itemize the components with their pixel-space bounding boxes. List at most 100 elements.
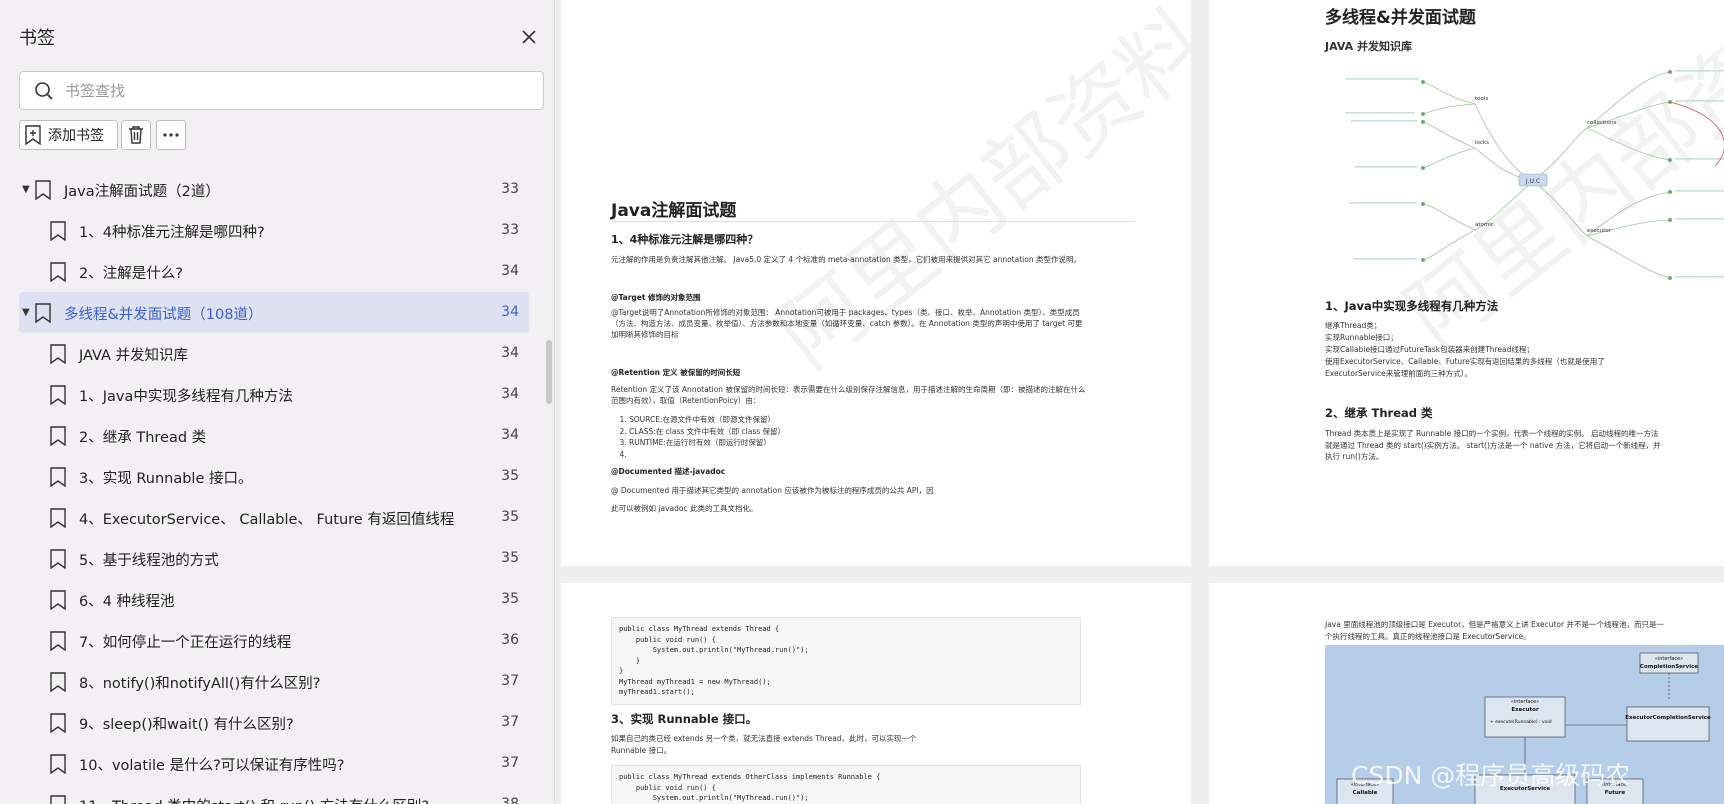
delete-bookmark-button[interactable] [121, 120, 151, 150]
bookmark-item[interactable]: ▼ Java注解面试题（2道） 33 [19, 169, 529, 210]
close-icon[interactable] [516, 24, 542, 50]
bookmark-item[interactable]: 9、sleep()和wait() 有什么区别? 37 [19, 702, 529, 743]
uml-stereotype: «interface» [1655, 656, 1683, 662]
bookmark-label: 1、4种标准元注解是哪四种? [79, 225, 265, 241]
code-line: } [619, 667, 624, 675]
bookmark-label: 3、实现 Runnable 接口。 [79, 471, 253, 487]
uml-stereotype: «interface» [1511, 699, 1539, 705]
bookmark-label: 1、Java中实现多线程有几种方法 [79, 389, 293, 405]
question-heading: 2、继承 Thread 类 [1325, 406, 1433, 420]
bookmark-item[interactable]: ▼ 多线程&并发面试题（108道） 34 [19, 292, 529, 333]
mindmap-node: executor [1587, 228, 1612, 234]
uml-method: + execute(Runnable) : void [1490, 719, 1552, 725]
bookmark-page-number: 33 [501, 181, 519, 197]
trash-icon [129, 126, 143, 144]
bookmark-item[interactable]: JAVA 并发知识库 34 [19, 333, 529, 374]
bookmark-label: 5、基于线程池的方式 [79, 553, 219, 569]
paragraph: 此可以被例如 javadoc 此类的工具文档化。 [611, 504, 758, 513]
divider [611, 221, 1135, 222]
bookmark-icon [49, 426, 67, 450]
bookmark-item[interactable]: 11、Thread 类中的start() 和 run() 方法有什么区别? 38 [19, 784, 529, 804]
bookmark-page-number: 34 [501, 345, 519, 361]
bookmark-item[interactable]: 1、Java中实现多线程有几种方法 34 [19, 374, 529, 415]
bookmark-icon [49, 344, 67, 368]
juc-mindmap: J.U.C tools locks collections atomic exe… [1345, 70, 1724, 280]
executor-uml-diagram: «interface» CompletionService ExecutorCo… [1325, 645, 1724, 804]
bookmark-icon [49, 713, 67, 737]
bookmark-item[interactable]: 10、volatile 是什么?可以保证有序性吗? 37 [19, 743, 529, 784]
bookmark-item[interactable]: 4、ExecutorService、 Callable、 Future 有返回值… [19, 497, 529, 538]
section-title: Java注解面试题 [611, 201, 737, 221]
bookmark-label: 2、注解是什么? [79, 266, 183, 282]
bookmark-page-number: 37 [501, 673, 519, 689]
code-line: public class MyThread extends Thread { [619, 625, 780, 633]
bookmark-item[interactable]: 5、基于线程池的方式 35 [19, 538, 529, 579]
scrollbar[interactable] [546, 340, 552, 404]
page-threadpool: Java 里面线程池的顶级接口是 Executor，但是严格意义上讲 Execu… [1209, 583, 1724, 804]
code-line: public class MyThread extends OtherClass… [619, 773, 881, 781]
list-item [629, 449, 785, 461]
sub-heading: @Target 修饰的对象范围 [611, 293, 701, 302]
mindmap-center: J.U.C [1525, 178, 1540, 185]
bookmark-page-number: 35 [501, 509, 519, 525]
bookmark-label: 多线程&并发面试题（108道） [64, 307, 263, 323]
list-item: SOURCE:在源文件中有效（即源文件保留） [629, 414, 785, 426]
bookmark-page-number: 34 [501, 304, 519, 320]
bookmark-search [19, 71, 544, 110]
uml-class: CompletionService [1640, 664, 1698, 670]
paragraph: 元注解的作用是负责注解其他注解。 Java5.0 定义了 4 个标准的 meta… [611, 255, 1081, 264]
paragraph: Thread 类本质上是实现了 Runnable 接口的一个实例，代表一个线程的… [1325, 429, 1661, 461]
bookmark-icon [49, 262, 67, 286]
bookmark-label: Java注解面试题（2道） [64, 184, 220, 200]
bookmark-label: 4、ExecutorService、 Callable、 Future 有返回值… [79, 512, 455, 528]
bookmark-icon [49, 467, 67, 491]
bookmark-item[interactable]: 3、实现 Runnable 接口。 35 [19, 456, 529, 497]
add-bookmark-button[interactable]: 添加书签 [19, 120, 118, 150]
section-title: 多线程&并发面试题 [1325, 8, 1476, 28]
bookmark-item[interactable]: 2、注解是什么? 34 [19, 251, 529, 292]
code-line: public void run() { [619, 783, 716, 792]
page-runnable: public class MyThread extends Thread { p… [561, 583, 1191, 804]
bookmark-page-number: 33 [501, 222, 519, 238]
sub-heading: @Retention 定义 被保留的时间长短 [611, 368, 741, 377]
more-options-button[interactable] [156, 120, 186, 150]
panel-title: 书签 [19, 28, 55, 49]
uml-class: Future [1605, 790, 1626, 796]
bookmark-item[interactable]: 6、4 种线程池 35 [19, 579, 529, 620]
search-icon [35, 82, 53, 100]
bookmark-item[interactable]: 1、4种标准元注解是哪四种? 33 [19, 210, 529, 251]
bookmark-label: 2、继承 Thread 类 [79, 430, 207, 446]
bookmark-page-number: 35 [501, 550, 519, 566]
bookmark-page-number: 34 [501, 427, 519, 443]
retention-list: SOURCE:在源文件中有效（即源文件保留） CLASS:在 class 文件中… [629, 414, 785, 460]
expand-toggle-icon[interactable]: ▼ [22, 184, 30, 195]
bookmark-icon [49, 221, 67, 245]
bookmark-icon [49, 795, 67, 804]
question-heading: 3、实现 Runnable 接口。 [611, 712, 758, 726]
uml-class: Callable [1353, 790, 1378, 796]
code-block: public class MyThread extends Thread { p… [611, 617, 1081, 705]
uml-stereotype: «interface» [1601, 782, 1629, 788]
bookmark-item[interactable]: 8、notify()和notifyAll()有什么区别? 37 [19, 661, 529, 702]
document-viewer: 阿里内部资料 Java注解面试题 1、4种标准元注解是哪四种？ 元注解的作用是负… [555, 0, 1724, 804]
bookmark-item[interactable]: 7、如何停止一个正在运行的线程 36 [19, 620, 529, 661]
bookmark-icon [49, 631, 67, 655]
search-input[interactable] [65, 78, 525, 104]
code-line: System.out.println("MyThread.run()"); [619, 794, 809, 802]
mindmap-node: collections [1587, 120, 1616, 126]
page-annotation: 阿里内部资料 Java注解面试题 1、4种标准元注解是哪四种？ 元注解的作用是负… [561, 0, 1191, 566]
bookmark-page-number: 36 [501, 632, 519, 648]
expand-toggle-icon[interactable]: ▼ [22, 307, 30, 318]
paragraph: 如果自己的类已经 extends 另一个类，就无法直接 extends Thre… [611, 734, 917, 755]
code-block: public class MyThread extends OtherClass… [611, 765, 1081, 804]
bookmark-page-number: 34 [501, 263, 519, 279]
uml-stereotype: «interface» [1351, 782, 1379, 788]
mindmap-node: tools [1475, 96, 1488, 102]
uml-class: ExecutorService [1500, 786, 1550, 792]
bookmark-label: 11、Thread 类中的start() 和 run() 方法有什么区别? [79, 795, 429, 804]
bookmark-page-number: 37 [501, 755, 519, 771]
bookmark-icon [49, 590, 67, 614]
bookmark-page-number: 38 [501, 796, 519, 804]
bookmark-item[interactable]: 2、继承 Thread 类 34 [19, 415, 529, 456]
page-concurrency: 阿里内部资料 多线程&并发面试题 JAVA 并发知识库 J.U.C tools … [1209, 0, 1724, 566]
